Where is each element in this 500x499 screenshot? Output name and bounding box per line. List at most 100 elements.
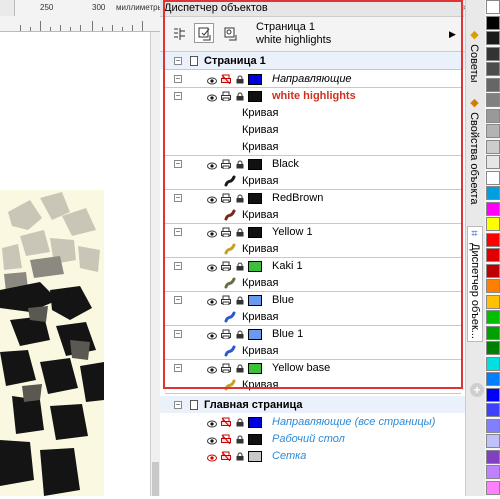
master-layer-row[interactable]: Рабочий стол [160,431,465,448]
palette-swatch[interactable] [486,155,500,169]
layer-name[interactable]: RedBrown [272,192,323,205]
expand-toggle[interactable]: − [174,330,182,338]
printer-icon[interactable] [221,91,231,104]
layer-color-swatch[interactable] [248,329,262,340]
layer-color-swatch[interactable] [248,295,262,306]
curve-icon[interactable] [224,379,236,394]
palette-swatch[interactable] [486,93,500,107]
lock-icon[interactable] [236,228,244,240]
layer-name[interactable]: Yellow 1 [272,226,313,239]
tab-object-manager[interactable]: ⌗ Диспетчер объек... [467,226,483,342]
expand-toggle[interactable]: − [174,194,182,202]
expand-toggle[interactable]: − [174,92,182,100]
show-object-properties-button[interactable] [168,23,188,43]
object-name[interactable]: Кривая [242,243,278,256]
lock-icon[interactable] [236,330,244,342]
master-layer-row[interactable]: Направляющие (все страницы) [160,414,465,431]
printer-icon[interactable] [221,74,231,87]
layer-name[interactable]: Направляющие [272,73,352,86]
layer-row[interactable]: − RedBrown [160,190,465,207]
palette-swatch[interactable] [486,465,500,479]
object-row[interactable]: Кривая [160,241,465,258]
master-page-row[interactable]: − Главная страница [160,396,465,413]
layer-row[interactable]: − Kaki 1 [160,258,465,275]
palette-swatch[interactable] [486,139,500,154]
master-layer-name[interactable]: Направляющие (все страницы) [272,416,435,429]
object-name[interactable]: Кривая [242,124,278,137]
lock-icon[interactable] [236,435,244,447]
master-layer-row[interactable]: Сетка [160,448,465,465]
palette-swatch[interactable] [486,310,500,324]
layer-name[interactable]: Yellow base [272,362,330,375]
expand-toggle[interactable]: − [174,75,182,83]
palette-swatch[interactable] [486,46,500,61]
palette-swatch[interactable] [486,279,500,293]
tab-object-properties[interactable]: ◆ Свойства объекта [468,96,481,204]
lock-icon[interactable] [236,92,244,104]
printer-icon[interactable] [221,434,231,447]
object-name[interactable]: Кривая [242,311,278,324]
layer-manager-view-button[interactable] [220,23,240,43]
palette-swatch[interactable] [486,434,500,448]
object-row[interactable]: Кривая [160,343,465,360]
visibility-eye-icon[interactable] [207,453,217,465]
curve-icon[interactable] [224,345,236,360]
visibility-eye-icon[interactable] [207,93,217,105]
add-docker-button[interactable]: + [470,383,484,397]
document-page[interactable] [0,190,104,496]
palette-swatch[interactable] [486,325,500,340]
printer-icon[interactable] [221,329,231,342]
lock-icon[interactable] [236,194,244,206]
layer-color-swatch[interactable] [248,417,262,428]
page-row[interactable]: − Страница 1 [160,52,465,69]
object-name[interactable]: Кривая [242,141,278,154]
expand-toggle[interactable]: − [174,401,182,409]
palette-swatch[interactable] [486,418,500,433]
edit-across-layers-button[interactable] [194,23,214,43]
layer-color-swatch[interactable] [248,193,262,204]
current-page-indicator[interactable]: Страница 1 white highlights [256,21,331,47]
master-layer-name[interactable]: Рабочий стол [272,433,345,446]
printer-icon[interactable] [221,451,231,464]
tab-tips[interactable]: ◆ Советы [468,28,481,83]
layer-row[interactable]: − Направляющие [160,71,465,88]
palette-swatch[interactable] [486,108,500,123]
object-row[interactable]: Кривая [160,173,465,190]
printer-icon[interactable] [221,417,231,430]
visibility-eye-icon[interactable] [207,229,217,241]
expand-toggle[interactable]: − [174,228,182,236]
palette-swatch[interactable] [486,387,500,402]
layer-name[interactable]: Blue 1 [272,328,303,341]
lock-icon[interactable] [236,262,244,274]
printer-icon[interactable] [221,261,231,274]
curve-icon[interactable] [224,311,236,326]
layer-row[interactable]: − Blue 1 [160,326,465,343]
visibility-eye-icon[interactable] [207,297,217,309]
palette-swatch[interactable] [486,356,500,371]
layer-name[interactable]: Kaki 1 [272,260,303,273]
object-name[interactable]: Кривая [242,107,278,120]
palette-swatch[interactable] [486,124,500,138]
chevron-right-icon[interactable]: ▶ [449,29,456,40]
palette-swatch[interactable] [486,31,500,45]
lock-icon[interactable] [236,75,244,87]
visibility-eye-icon[interactable] [207,365,217,377]
object-row[interactable]: Кривая [160,309,465,326]
layer-color-swatch[interactable] [248,363,262,374]
layer-color-swatch[interactable] [248,434,262,445]
layer-color-swatch[interactable] [248,74,262,85]
palette-swatch[interactable] [486,248,500,262]
layer-color-swatch[interactable] [248,451,262,462]
layer-name[interactable]: Black [272,158,299,171]
lock-icon[interactable] [236,364,244,376]
palette-swatch[interactable] [486,263,500,278]
visibility-eye-icon[interactable] [207,263,217,275]
curve-icon[interactable] [224,243,236,258]
palette-swatch[interactable] [486,449,500,464]
palette-swatch[interactable] [486,403,500,417]
lock-icon[interactable] [236,160,244,172]
object-row[interactable]: Кривая [160,105,465,122]
visibility-eye-icon[interactable] [207,436,217,448]
layer-color-swatch[interactable] [248,91,262,102]
object-name[interactable]: Кривая [242,209,278,222]
